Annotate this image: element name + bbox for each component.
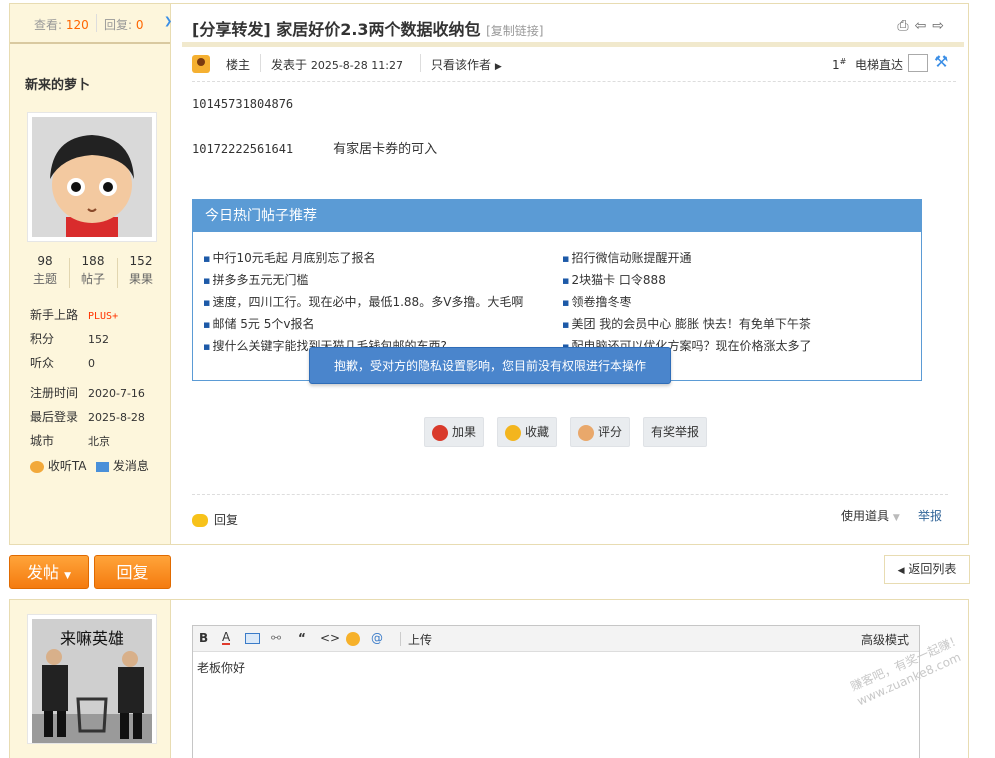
hot-post-link[interactable]: 速度，四川工行。现在必中，最低1.88。多V多撸。大毛啊: [203, 293, 523, 310]
author-rank: 新手上路 PLUS+: [30, 308, 119, 322]
thumbs-up-icon: [577, 424, 594, 441]
title-toolbar: ⎙⇦⇨: [897, 18, 950, 34]
hot-post-link[interactable]: 拼多多五元无门槛: [203, 271, 308, 288]
rate-button[interactable]: 评分: [570, 417, 630, 447]
use-tool-menu[interactable]: 使用道具 ▼: [841, 507, 900, 524]
elevator-label: 电梯直达: [855, 58, 904, 72]
quote-icon[interactable]: “: [298, 631, 306, 645]
post-line-2: 10172222561641 有家居卡券的可入: [192, 142, 438, 157]
post-panel: 查看: 120 回复: 0 ❯ 新来的萝卜 98 主题 188 帖子 152 果果 新…: [9, 3, 969, 545]
op-badge-icon: [192, 55, 210, 73]
replies-stat: 回复: 0: [104, 18, 144, 32]
copy-link[interactable]: [复制链接]: [486, 24, 543, 38]
reply-editor: B A ⚯ “ <> @ 上传 高级模式 老板你好: [192, 625, 920, 758]
cartoon-boy-avatar-image: [32, 117, 152, 237]
next-thread-icon[interactable]: ⇨: [932, 18, 950, 34]
hot-post-link[interactable]: 招行微信动账提醒开通: [562, 249, 691, 266]
post-main: [分享转发] 家居好价2.3两个数据收纳包 [复制链接] ⎙⇦⇨ 楼主 发表于 …: [171, 4, 968, 544]
post-meta-bar: 楼主 发表于 2025-8-28 11:27 只看该作者 ▶ 1# 电梯直达 ⚒: [192, 52, 956, 82]
hot-posts-header: 今日热门帖子推荐: [193, 200, 921, 232]
floor-number: 1#: [832, 57, 847, 72]
only-author-link[interactable]: 只看该作者 ▶: [431, 56, 502, 73]
font-color-icon[interactable]: A: [222, 631, 231, 645]
editor-toolbar: B A ⚯ “ <> @ 上传 高级模式: [193, 626, 919, 652]
new-post-button[interactable]: 发帖 ▼: [9, 555, 89, 589]
hot-post-link[interactable]: 美团 我的会员中心 膨胀 快去！有免单下午茶: [562, 315, 810, 332]
page: 查看: 120 回复: 0 ❯ 新来的萝卜 98 主题 188 帖子 152 果果 新…: [0, 0, 995, 758]
author-name[interactable]: 新来的萝卜: [25, 74, 90, 93]
op-label: 楼主: [226, 58, 251, 72]
avatar-caption: 来嘛英雄: [59, 629, 124, 648]
triangle-left-icon: ◀: [897, 566, 905, 576]
smiley-icon[interactable]: [346, 632, 360, 646]
elevator-input[interactable]: [908, 54, 928, 72]
caret-down-icon: ▼: [892, 513, 900, 523]
send-message-button[interactable]: 发消息: [96, 457, 149, 474]
favorite-button[interactable]: 收藏: [497, 417, 557, 447]
author-listeners: 听众 0: [30, 356, 95, 370]
author-last-login: 最后登录 2025-8-28: [30, 410, 145, 424]
current-user-avatar[interactable]: 来嘛英雄: [27, 614, 157, 744]
caret-down-icon: ▼: [64, 571, 72, 581]
post-time: 发表于 2025-8-28 11:27: [271, 58, 403, 72]
author-reg-date: 注册时间 2020-7-16: [30, 386, 145, 400]
author-city: 城市 北京: [30, 434, 110, 448]
bold-icon[interactable]: B: [199, 631, 208, 645]
follow-icon: [30, 460, 44, 473]
report-link[interactable]: 举报: [918, 507, 942, 524]
reply-sidebar: 来嘛英雄: [10, 600, 171, 758]
quick-reply-panel: 来嘛英雄 B A ⚯ “ <> @ 上传 高级模式 老板你好: [9, 599, 969, 758]
image-icon[interactable]: [245, 633, 260, 644]
reply-bubble-icon: [192, 514, 208, 527]
reply-link[interactable]: 回复: [192, 511, 238, 528]
author-sidebar: 查看: 120 回复: 0 ❯ 新来的萝卜 98 主题 188 帖子 152 果果 新…: [10, 4, 172, 544]
code-icon[interactable]: <>: [320, 631, 340, 645]
permission-tooltip: 抱歉，受对方的隐私设置影响，您目前没有权限进行本操作: [309, 347, 671, 384]
print-icon[interactable]: ⎙: [897, 18, 914, 34]
toolbar-divider: [400, 632, 401, 646]
advanced-mode-link[interactable]: 高级模式: [861, 631, 909, 648]
hot-post-link[interactable]: 2块猫卡 口令888: [562, 271, 665, 288]
reply-textarea[interactable]: 老板你好: [197, 659, 915, 758]
envelope-icon: [96, 461, 109, 472]
triangle-right-icon: ▶: [494, 62, 502, 72]
upload-button[interactable]: 上传: [408, 631, 432, 648]
wrench-icon[interactable]: ⚒: [934, 52, 948, 71]
title-divider: [182, 42, 964, 47]
reply-button[interactable]: 回复: [94, 555, 171, 589]
thread-title: [分享转发] 家居好价2.3两个数据收纳包 [复制链接]: [192, 20, 544, 39]
back-to-list-button[interactable]: ◀ 返回列表: [884, 555, 970, 584]
post-line-1: 10145731804876: [192, 97, 294, 111]
follow-button[interactable]: 收听TA: [30, 457, 86, 474]
add-credit-button[interactable]: 加果: [424, 417, 484, 447]
star-icon: [504, 424, 521, 441]
post-footer-divider: [192, 494, 948, 495]
stat-posts[interactable]: 188 帖子: [70, 252, 116, 292]
meta-divider: [420, 54, 421, 72]
stat-credits[interactable]: 152 果果: [118, 252, 164, 292]
link-icon[interactable]: ⚯: [271, 631, 281, 645]
thread-stats-bar: 查看: 120 回复: 0 ❯: [10, 4, 172, 44]
author-avatar[interactable]: [27, 112, 157, 242]
stat-topics[interactable]: 98 主题: [22, 252, 68, 292]
views-stat: 查看: 120: [34, 18, 89, 32]
hot-post-link[interactable]: 领卷撸冬枣: [562, 293, 631, 310]
meta-divider: [260, 54, 261, 72]
apple-icon: [431, 424, 448, 441]
report-reward-button[interactable]: 有奖举报: [643, 417, 707, 447]
at-mention-icon[interactable]: @: [371, 631, 383, 645]
hot-post-link[interactable]: 邮储 5元 5个v报名: [203, 315, 314, 332]
prev-thread-icon[interactable]: ⇦: [915, 18, 933, 34]
author-stats: 98 主题 188 帖子 152 果果: [22, 252, 164, 292]
hot-post-link[interactable]: 中行10元毛起 月底别忘了报名: [203, 249, 375, 266]
author-points: 积分 152: [30, 332, 109, 346]
stat-divider: [96, 14, 97, 32]
